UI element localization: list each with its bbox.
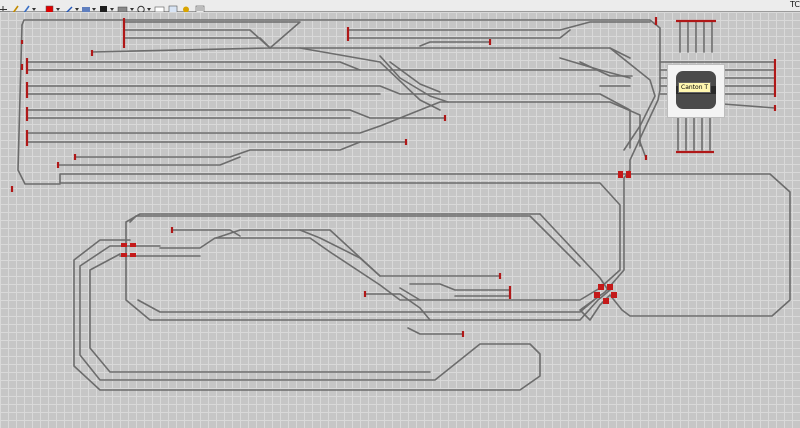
inner-loop-track-3[interactable] bbox=[129, 215, 581, 267]
layout-canvas[interactable]: Canton T bbox=[0, 12, 800, 428]
inner-yard-line-8[interactable] bbox=[407, 327, 464, 335]
yard-crossover-1[interactable] bbox=[299, 47, 441, 111]
inner-loop-track-4[interactable] bbox=[137, 294, 601, 313]
signals[interactable] bbox=[121, 171, 631, 304]
yard-line-4[interactable] bbox=[347, 21, 651, 31]
turntable[interactable]: Canton T bbox=[667, 64, 725, 118]
yard-line-15[interactable] bbox=[74, 141, 361, 158]
yard-line-13[interactable] bbox=[26, 101, 641, 147]
inner-yard-line-2[interactable] bbox=[215, 229, 501, 277]
yard-crossover-5[interactable] bbox=[559, 57, 601, 71]
turntable-label: Canton T bbox=[678, 82, 712, 93]
pen-dropdown-icon[interactable] bbox=[32, 8, 36, 11]
yard-line-5[interactable] bbox=[347, 29, 571, 39]
yard-line-3[interactable] bbox=[123, 37, 271, 49]
inner-loop-track-2[interactable] bbox=[539, 213, 609, 291]
track-dropdown-icon[interactable] bbox=[92, 8, 96, 11]
yard-line-6[interactable] bbox=[419, 41, 491, 47]
yard-line-9[interactable] bbox=[26, 85, 631, 149]
inner-yard-line-4[interactable] bbox=[409, 283, 511, 291]
color-dropdown-icon[interactable] bbox=[56, 8, 60, 11]
yard-line-11[interactable] bbox=[26, 109, 446, 119]
inner-yard-line-7[interactable] bbox=[399, 287, 421, 301]
toolbar: TC bbox=[0, 0, 800, 14]
line-dropdown-icon[interactable] bbox=[75, 8, 79, 11]
signal-dropdown-icon[interactable] bbox=[110, 8, 114, 11]
block-dropdown-icon[interactable] bbox=[130, 8, 134, 11]
inner-yard-line-3[interactable] bbox=[299, 229, 381, 277]
outer-left-track[interactable] bbox=[17, 24, 61, 185]
yard-line-16[interactable] bbox=[57, 156, 241, 166]
corner-flag-text: TC bbox=[789, 0, 800, 9]
circle-dropdown-icon[interactable] bbox=[147, 8, 151, 11]
yard-line-2[interactable] bbox=[123, 29, 631, 59]
yard-crossover-4[interactable] bbox=[579, 61, 633, 77]
yard-curve-right[interactable] bbox=[609, 47, 656, 151]
